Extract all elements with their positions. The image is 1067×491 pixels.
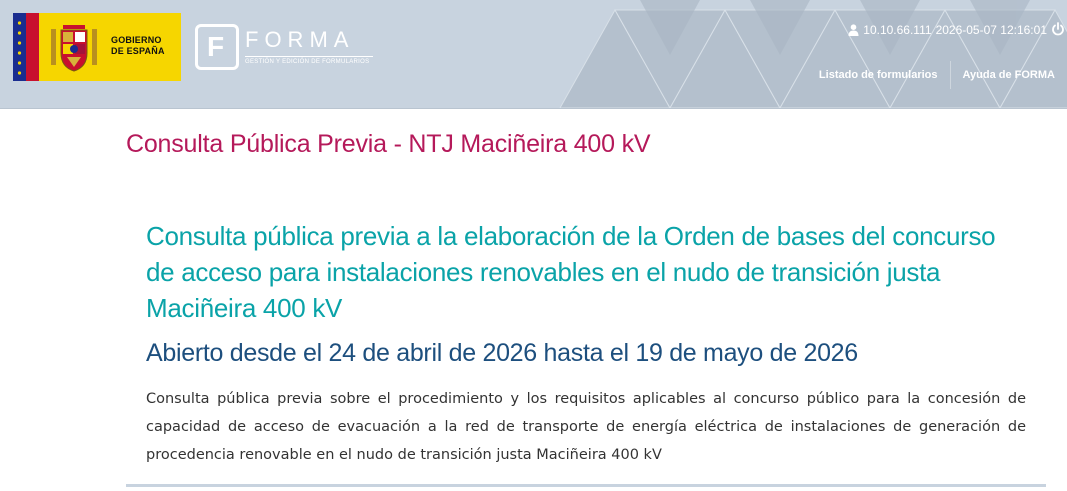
power-icon[interactable]	[1051, 22, 1065, 36]
header-divider	[0, 108, 1067, 109]
content-divider	[126, 484, 1046, 487]
consultation-dates: Abierto desde el 24 de abril de 2026 has…	[146, 339, 858, 367]
forma-logo-mark: F	[195, 24, 239, 70]
session-info: 10.10.66.111 2026-05-07 12:16:01	[848, 23, 1047, 37]
forma-logo-tagline: GESTIÓN Y EDICIÓN DE FORMULARIOS	[245, 56, 373, 65]
top-nav: Listado de formularios Ayuda de FORMA	[807, 61, 1067, 89]
session-datetime: 2026-05-07 12:16:01	[935, 23, 1047, 37]
consultation-description: Consulta pública previa sobre el procedi…	[146, 391, 1026, 463]
forma-logo-letter: F	[207, 31, 225, 62]
gov-logo-text: GOBIERNO DE ESPAÑA	[111, 35, 165, 57]
eu-stars-icon	[17, 21, 22, 75]
site-header: GOBIERNO DE ESPAÑA F FORMA GESTIÓN Y EDI…	[0, 0, 1067, 108]
forma-logo-name: FORMA	[245, 27, 355, 52]
coat-of-arms-icon	[51, 25, 97, 72]
consultation-headline: Consulta pública previa a la elaboración…	[146, 221, 996, 323]
page-title: Consulta Pública Previa - NTJ Maciñeira …	[126, 130, 651, 158]
gov-logo-line1: GOBIERNO	[111, 35, 162, 45]
eu-stars-band	[13, 13, 26, 81]
session-ip: 10.10.66.111	[863, 23, 932, 37]
nav-listado-formularios[interactable]: Listado de formularios	[807, 61, 950, 89]
user-icon	[848, 24, 859, 36]
forma-logo[interactable]: F FORMA GESTIÓN Y EDICIÓN DE FORMULARIOS	[195, 24, 375, 72]
spain-red-band	[26, 13, 39, 81]
gobierno-de-espana-logo[interactable]: GOBIERNO DE ESPAÑA	[13, 13, 181, 81]
nav-ayuda-forma[interactable]: Ayuda de FORMA	[949, 61, 1067, 89]
gov-logo-line2: DE ESPAÑA	[111, 46, 165, 56]
